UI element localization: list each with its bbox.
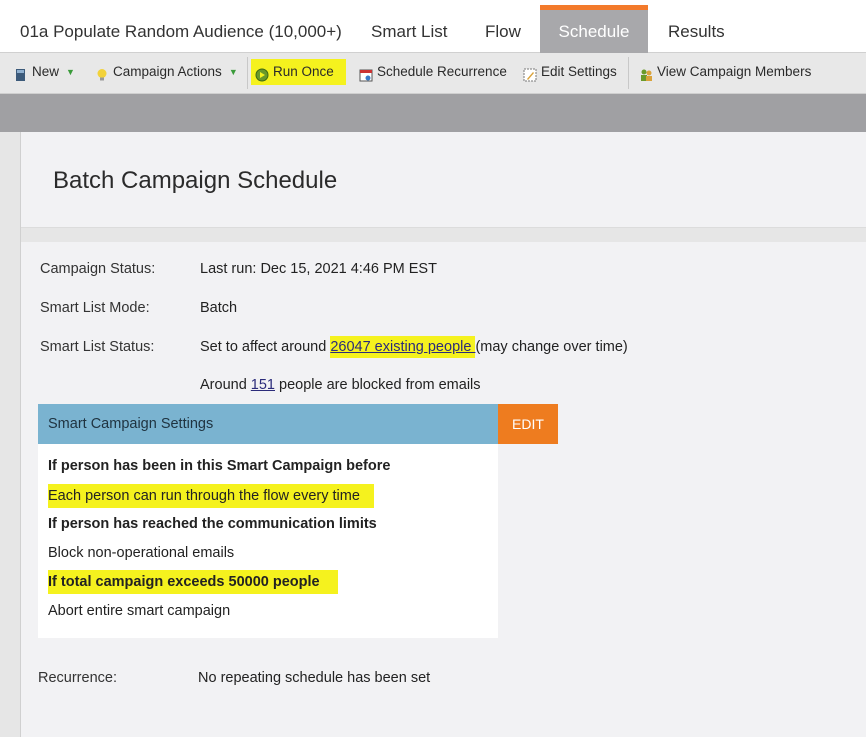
chevron-down-icon: ▼ (228, 67, 238, 77)
campaign-status-label: Campaign Status: (40, 261, 156, 277)
setting-value-campaign-limit: Abort entire smart campaign (48, 603, 231, 619)
existing-people-link[interactable]: 26047 existing people (330, 336, 476, 358)
blocked-prefix: Around (200, 377, 251, 393)
new-button[interactable]: New ▼ (10, 59, 79, 85)
schedule-recurrence-label: Schedule Recurrence (377, 64, 507, 79)
setting-heading-campaign-limit: If total campaign exceeds 50000 people (48, 570, 338, 594)
blocked-emails-value: Around 151 people are blocked from email… (200, 377, 481, 393)
smart-campaign-settings-header: Smart Campaign Settings (38, 404, 498, 444)
smart-list-status-label: Smart List Status: (40, 339, 155, 355)
left-strip (0, 132, 21, 737)
smart-list-mode-value: Batch (200, 300, 238, 316)
chevron-down-icon: ▼ (66, 67, 75, 77)
view-campaign-members-button[interactable]: View Campaign Members (635, 59, 815, 85)
schedule-recurrence-button[interactable]: Schedule Recurrence (355, 59, 511, 85)
setting-value-previous-run: Each person can run through the flow eve… (48, 484, 374, 508)
edit-settings-label: Edit Settings (541, 64, 617, 79)
toolbar-band (0, 94, 866, 132)
campaign-actions-label: Campaign Actions (113, 64, 222, 79)
page-title: Batch Campaign Schedule (53, 167, 338, 194)
smart-campaign-settings-panel: If person has been in this Smart Campaig… (38, 444, 498, 638)
edit-settings-icon (523, 65, 537, 82)
page-header: Batch Campaign Schedule (21, 132, 866, 228)
run-icon (255, 65, 269, 82)
toolbar: New ▼ Campaign Actions ▼ Run Once Schedu… (0, 53, 866, 94)
lightbulb-icon (95, 65, 109, 81)
schedule-content: Campaign Status: Last run: Dec 15, 2021 … (21, 242, 866, 737)
blocked-people-link[interactable]: 151 (251, 377, 275, 393)
tab-smart-list[interactable]: Smart List (351, 5, 468, 53)
tab-campaign-name[interactable]: 01a Populate Random Audience (10,000+) (0, 5, 362, 53)
blocked-suffix: people are blocked from emails (275, 377, 481, 393)
toolbar-divider (628, 57, 629, 89)
calendar-icon (359, 65, 373, 82)
new-label: New (32, 64, 60, 79)
toolbar-divider (247, 57, 248, 89)
tab-schedule[interactable]: Schedule (540, 5, 648, 53)
people-icon (639, 65, 653, 81)
tab-flow[interactable]: Flow (465, 5, 541, 53)
campaign-status-value: Last run: Dec 15, 2021 4:46 PM EST (200, 261, 437, 277)
run-once-label: Run Once (273, 64, 334, 79)
recurrence-value: No repeating schedule has been set (198, 670, 431, 686)
tab-bar: 01a Populate Random Audience (10,000+) S… (0, 0, 866, 53)
smart-list-status-value: Set to affect around 26047 existing peop… (200, 336, 628, 358)
run-once-button[interactable]: Run Once (251, 59, 346, 85)
recurrence-label: Recurrence: (38, 670, 117, 686)
new-document-icon (14, 65, 28, 81)
status-prefix: Set to affect around (200, 339, 331, 355)
setting-value-communication-limits: Block non-operational emails (48, 545, 235, 561)
setting-heading-previous-run: If person has been in this Smart Campaig… (48, 458, 391, 474)
campaign-actions-button[interactable]: Campaign Actions ▼ (91, 59, 242, 85)
smart-list-mode-label: Smart List Mode: (40, 300, 150, 316)
tab-results[interactable]: Results (648, 5, 745, 53)
setting-heading-communication-limits: If person has reached the communication … (48, 516, 377, 532)
edit-settings-button[interactable]: Edit Settings (519, 59, 621, 85)
view-campaign-members-label: View Campaign Members (657, 64, 812, 79)
edit-settings-button[interactable]: EDIT (498, 404, 558, 444)
status-suffix: (may change over time) (475, 339, 628, 355)
